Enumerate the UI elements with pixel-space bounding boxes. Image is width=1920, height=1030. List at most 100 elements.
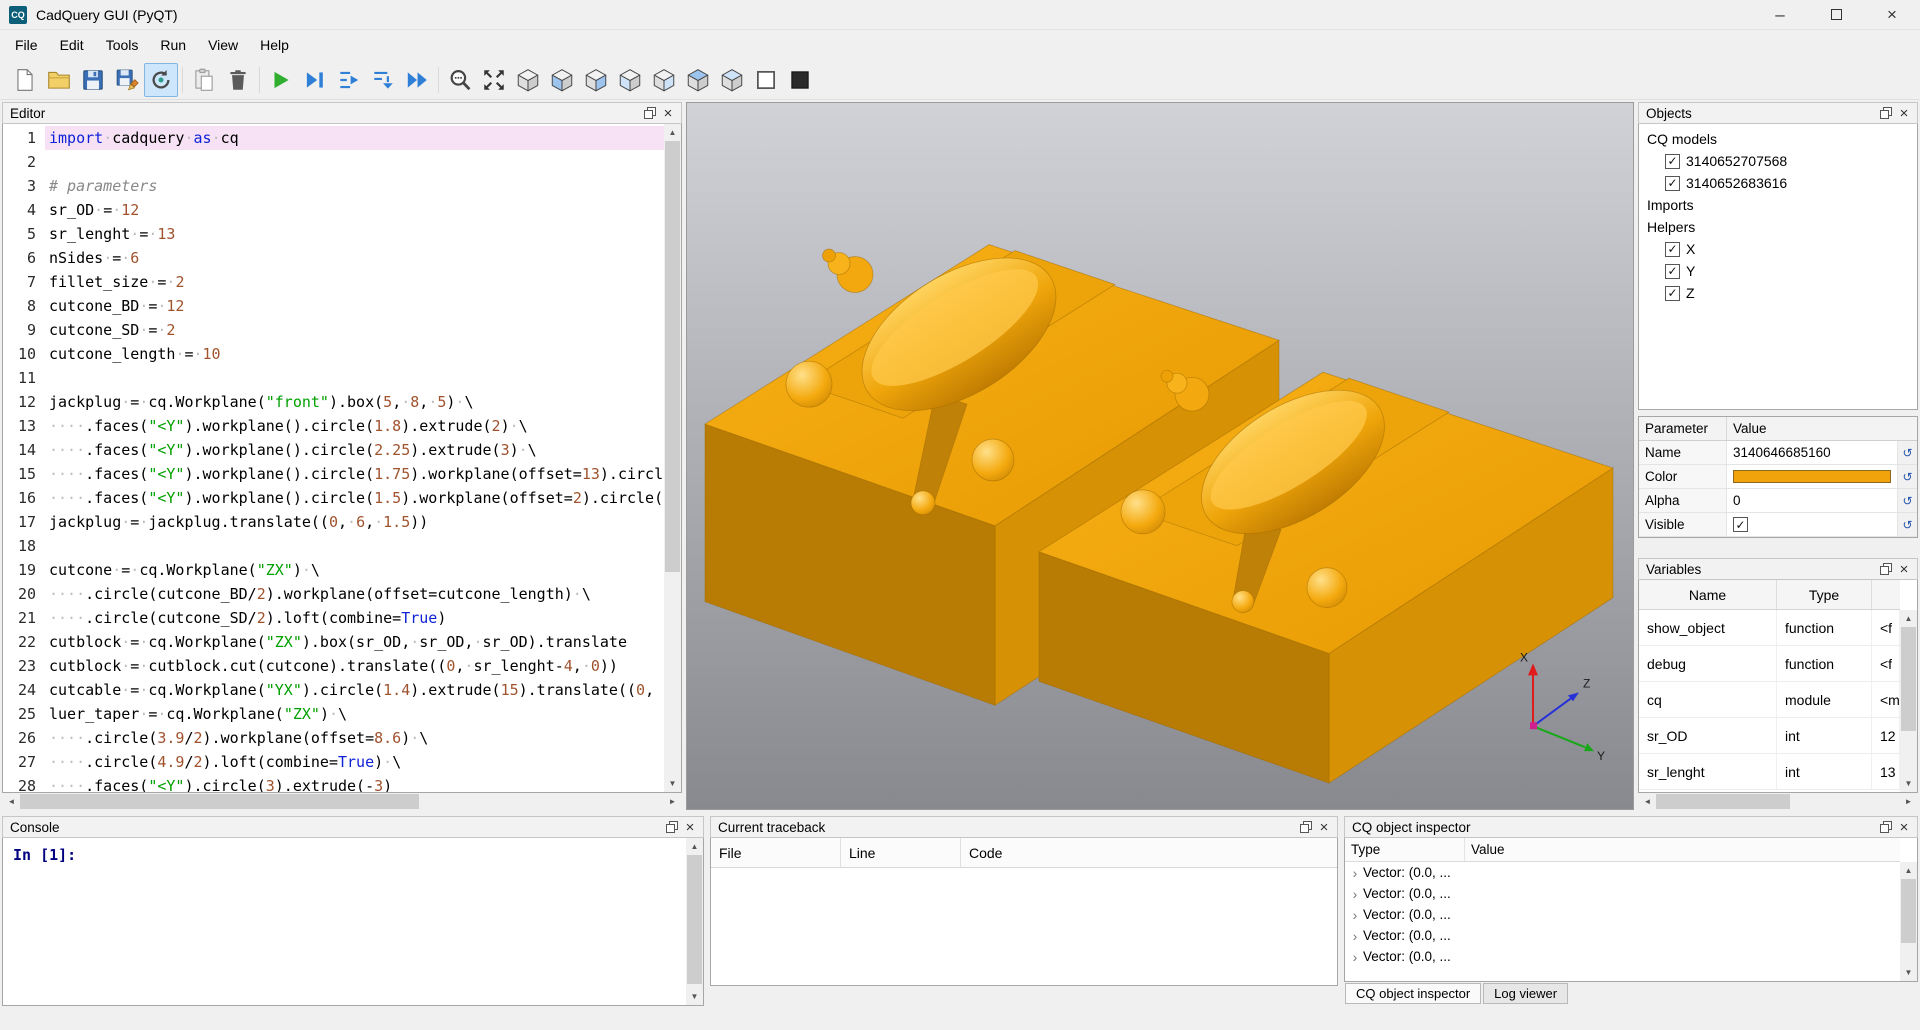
code-line-14[interactable]: 14····.faces("<Y").workplane().circle(2.…	[3, 438, 664, 462]
variable-row-sr_lenght[interactable]: sr_lenghtint13	[1639, 754, 1900, 790]
checkbox[interactable]: ✓	[1665, 264, 1680, 279]
code-editor[interactable]: 1import·cadquery·as·cq23# parameters4sr_…	[2, 124, 682, 793]
shaded-view-button[interactable]	[783, 63, 817, 97]
variable-row-cq[interactable]: cqmodule<m	[1639, 682, 1900, 718]
render-button[interactable]	[264, 63, 298, 97]
property-value[interactable]: 0	[1727, 489, 1897, 512]
code-line-8[interactable]: 8cutcone_BD·=·12	[3, 294, 664, 318]
console-vertical-scrollbar[interactable]: ▲▼	[686, 838, 703, 1005]
code-line-23[interactable]: 23cutblock·=·cutblock.cut(cutcone).trans…	[3, 654, 664, 678]
inspector-row[interactable]: ›Vector: (0.0, ...	[1345, 925, 1900, 946]
back-view-button[interactable]	[579, 63, 613, 97]
objects-undock-button[interactable]	[1877, 104, 1895, 122]
code-line-1[interactable]: 1import·cadquery·as·cq	[3, 126, 664, 150]
checkbox[interactable]: ✓	[1665, 154, 1680, 169]
editor-horizontal-scrollbar[interactable]: ◄►	[3, 793, 681, 810]
bottom-view-button[interactable]	[715, 63, 749, 97]
checkbox[interactable]: ✓	[1665, 242, 1680, 257]
inspector-row[interactable]: ›Vector: (0.0, ...	[1345, 862, 1900, 883]
3d-viewport[interactable]: X Z Y	[686, 102, 1634, 810]
tab-cq-object-inspector[interactable]: CQ object inspector	[1345, 983, 1481, 1004]
traceback-close-button[interactable]: ×	[1315, 818, 1333, 836]
code-area[interactable]: 1import·cadquery·as·cq23# parameters4sr_…	[3, 126, 664, 792]
scrollbar-thumb[interactable]	[1901, 627, 1916, 731]
scrollbar-thumb[interactable]	[665, 141, 680, 572]
top-view-button[interactable]	[681, 63, 715, 97]
tree-item-cq-models[interactable]: CQ models	[1639, 128, 1917, 150]
expand-chevron-icon[interactable]: ›	[1347, 886, 1363, 902]
save-script-button[interactable]	[76, 63, 110, 97]
tree-item-imports[interactable]: Imports	[1639, 194, 1917, 216]
tree-item-3140652707568[interactable]: ✓3140652707568	[1639, 150, 1917, 172]
checkbox[interactable]: ✓	[1665, 286, 1680, 301]
code-line-20[interactable]: 20····.circle(cutcone_BD/2).workplane(of…	[3, 582, 664, 606]
code-line-21[interactable]: 21····.circle(cutcone_SD/2).loft(combine…	[3, 606, 664, 630]
inspector-close-button[interactable]: ×	[1895, 818, 1913, 836]
wireframe-view-button[interactable]	[749, 63, 783, 97]
scrollbar-thumb[interactable]	[1656, 794, 1790, 809]
step-button[interactable]	[332, 63, 366, 97]
variables-header-type[interactable]: Type	[1777, 580, 1872, 609]
continue-button[interactable]	[400, 63, 434, 97]
code-line-5[interactable]: 5sr_lenght·=·13	[3, 222, 664, 246]
paste-button[interactable]	[187, 63, 221, 97]
open-script-button[interactable]	[42, 63, 76, 97]
code-line-2[interactable]: 2	[3, 150, 664, 174]
inspector-undock-button[interactable]	[1877, 818, 1895, 836]
code-line-4[interactable]: 4sr_OD·=·12	[3, 198, 664, 222]
debug-button[interactable]	[298, 63, 332, 97]
inspector-row[interactable]: ›Vector: (0.0, ...	[1345, 883, 1900, 904]
variables-horizontal-scrollbar[interactable]: ◄►	[1639, 793, 1917, 810]
delete-button[interactable]	[221, 63, 255, 97]
menu-edit[interactable]: Edit	[49, 30, 95, 60]
zoom-fit-button[interactable]	[443, 63, 477, 97]
props-header-parameter[interactable]: Parameter	[1639, 417, 1727, 440]
code-line-26[interactable]: 26····.circle(3.9/2).workplane(offset=8.…	[3, 726, 664, 750]
inspector-row[interactable]: ›Vector: (0.0, ...	[1345, 946, 1900, 967]
variables-undock-button[interactable]	[1877, 560, 1895, 578]
code-line-13[interactable]: 13····.faces("<Y").workplane().circle(1.…	[3, 414, 664, 438]
color-swatch[interactable]	[1733, 470, 1891, 483]
autoreload-button[interactable]	[144, 63, 178, 97]
code-line-3[interactable]: 3# parameters	[3, 174, 664, 198]
scrollbar-thumb[interactable]	[687, 855, 702, 984]
variable-row-show_object[interactable]: show_objectfunction<f	[1639, 610, 1900, 646]
inspector-vertical-scrollbar[interactable]: ▲▼	[1900, 862, 1917, 981]
property-value[interactable]	[1727, 465, 1897, 488]
reset-property-button[interactable]: ↺	[1897, 465, 1917, 488]
code-line-11[interactable]: 11	[3, 366, 664, 390]
tab-log-viewer[interactable]: Log viewer	[1483, 983, 1568, 1004]
code-line-25[interactable]: 25luer_taper·=·cq.Workplane("ZX")·\	[3, 702, 664, 726]
reset-property-button[interactable]: ↺	[1897, 441, 1917, 464]
tree-item-y[interactable]: ✓Y	[1639, 260, 1917, 282]
tree-item-helpers[interactable]: Helpers	[1639, 216, 1917, 238]
traceback-undock-button[interactable]	[1297, 818, 1315, 836]
code-line-12[interactable]: 12jackplug·=·cq.Workplane("front").box(5…	[3, 390, 664, 414]
code-line-15[interactable]: 15····.faces("<Y").workplane().circle(1.…	[3, 462, 664, 486]
scroll-left-icon[interactable]: ◄	[3, 793, 20, 810]
code-line-24[interactable]: 24cutcable·=·cq.Workplane("YX").circle(1…	[3, 678, 664, 702]
variable-row-debug[interactable]: debugfunction<f	[1639, 646, 1900, 682]
menu-run[interactable]: Run	[149, 30, 197, 60]
expand-chevron-icon[interactable]: ›	[1347, 907, 1363, 923]
console-close-button[interactable]: ×	[681, 818, 699, 836]
console[interactable]: In [1]: ▲▼	[2, 838, 704, 1006]
expand-chevron-icon[interactable]: ›	[1347, 928, 1363, 944]
variables-close-button[interactable]: ×	[1895, 560, 1913, 578]
editor-close-button[interactable]: ×	[659, 104, 677, 122]
tree-item-3140652683616[interactable]: ✓3140652683616	[1639, 172, 1917, 194]
console-undock-button[interactable]	[663, 818, 681, 836]
traceback-header-code[interactable]: Code	[961, 838, 1337, 867]
code-line-16[interactable]: 16····.faces("<Y").workplane().circle(1.…	[3, 486, 664, 510]
scroll-left-icon[interactable]: ◄	[1639, 793, 1656, 810]
scroll-up-icon[interactable]: ▲	[1900, 610, 1917, 627]
inspector-row[interactable]: ›Vector: (0.0, ...	[1345, 904, 1900, 925]
scroll-up-icon[interactable]: ▲	[686, 838, 703, 855]
right-view-button[interactable]	[647, 63, 681, 97]
variables-vertical-scrollbar[interactable]: ▲▼	[1900, 610, 1917, 792]
variables-header-name[interactable]: Name	[1639, 580, 1777, 609]
props-header-value[interactable]: Value	[1727, 417, 1917, 440]
variable-row-sr_OD[interactable]: sr_ODint12	[1639, 718, 1900, 754]
expand-chevron-icon[interactable]: ›	[1347, 949, 1363, 965]
traceback-header-line[interactable]: Line	[841, 838, 961, 867]
